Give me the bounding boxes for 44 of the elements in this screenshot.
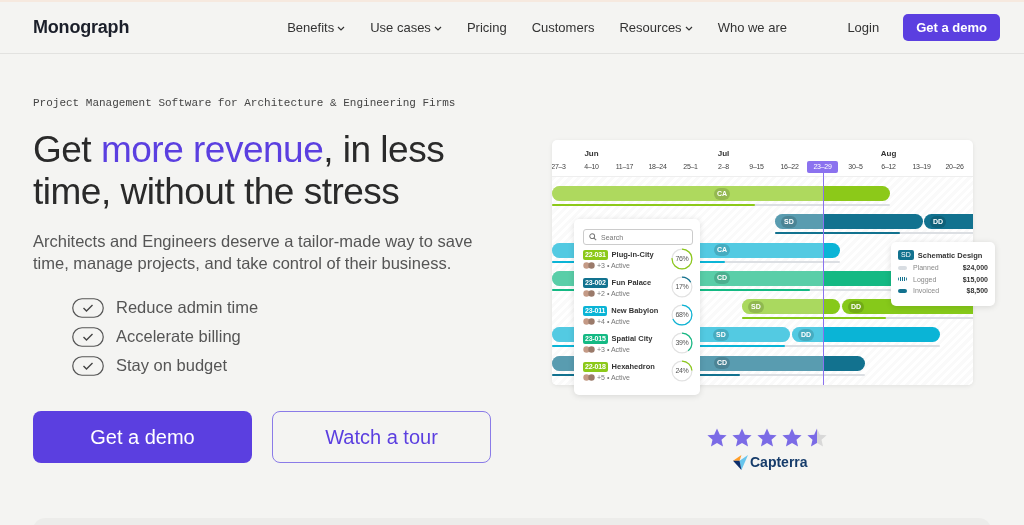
month-label: Jun xyxy=(583,149,600,158)
star-icon xyxy=(706,427,728,449)
tour-button[interactable]: Watch a tour xyxy=(272,411,491,463)
month-label: Jul xyxy=(716,149,731,158)
avatars-icon xyxy=(583,289,595,297)
logo[interactable]: Monograph xyxy=(33,17,130,38)
benefit-text: Reduce admin time xyxy=(116,298,259,317)
nav-link[interactable]: Benefits xyxy=(287,20,346,35)
progress-ring xyxy=(671,304,693,326)
demo-button[interactable]: Get a demo xyxy=(903,14,1000,41)
star-icon xyxy=(756,427,778,449)
nav-link[interactable]: Who we are xyxy=(717,20,787,35)
eyebrow-text: Project Management Software for Architecture & Engineering Firms xyxy=(33,97,457,109)
nav-link[interactable]: Resources xyxy=(619,20,693,35)
progress-ring xyxy=(671,276,693,298)
check-icon xyxy=(72,355,104,376)
star-icon xyxy=(781,427,803,449)
progress-ring xyxy=(671,332,693,354)
hero-description: Architects and Engineers deserve a tailor-made way to save time, manage projects, and take control of their business. xyxy=(33,231,474,274)
avatars-icon xyxy=(583,345,595,353)
progress-ring xyxy=(671,360,693,382)
star-icon xyxy=(731,427,753,449)
legend-swatch xyxy=(898,277,907,282)
search-icon xyxy=(589,233,597,241)
progress-ring xyxy=(671,248,693,270)
capterra-name: Capterra xyxy=(750,454,808,470)
capterra-logo-icon xyxy=(733,454,748,470)
login-link[interactable]: Login xyxy=(847,20,880,35)
benefit-text: Stay on budget xyxy=(116,356,227,375)
month-label: Aug xyxy=(879,149,898,158)
demo-button[interactable]: Get a demo xyxy=(33,411,252,463)
nav-link[interactable]: Customers xyxy=(531,20,595,35)
avatars-icon xyxy=(583,317,595,325)
avatars-icon xyxy=(583,373,595,381)
check-icon xyxy=(72,297,104,318)
avatars-icon xyxy=(583,261,595,269)
hero-heading: Get more revenue, in less time, without the stress xyxy=(33,129,446,213)
star-icon xyxy=(806,427,828,449)
nav-link[interactable]: Use cases xyxy=(370,20,442,35)
legend-swatch xyxy=(898,265,907,270)
check-icon xyxy=(72,326,104,347)
nav-link[interactable]: Pricing xyxy=(466,20,507,35)
legend-swatch xyxy=(898,288,907,293)
benefit-text: Accelerate billing xyxy=(116,327,241,346)
